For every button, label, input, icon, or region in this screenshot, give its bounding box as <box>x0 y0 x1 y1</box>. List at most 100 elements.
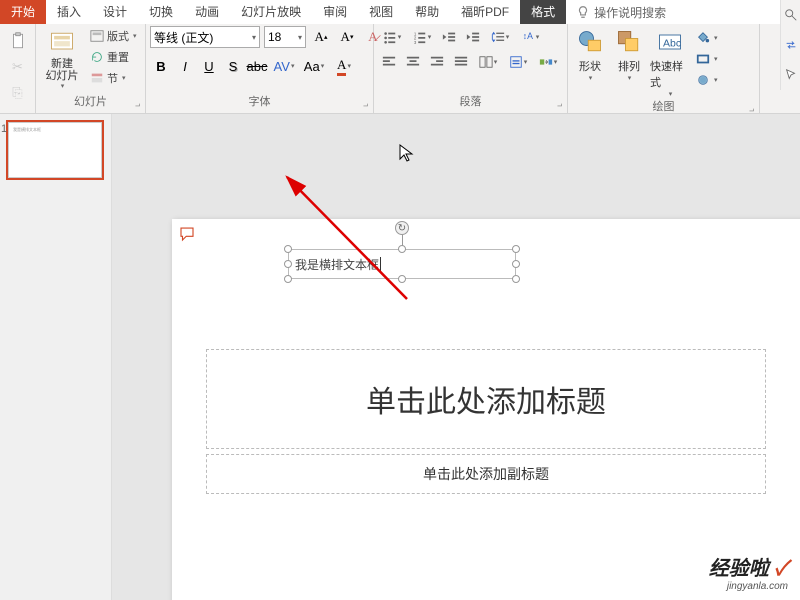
smartart-button[interactable]: ▾ <box>534 51 562 73</box>
line-spacing-icon <box>491 30 505 44</box>
justify-button[interactable] <box>450 51 472 73</box>
thumb-preview-text: 我是横排文本框 <box>13 127 41 133</box>
tab-format[interactable]: 格式 <box>520 0 566 24</box>
tab-view[interactable]: 视图 <box>358 0 404 24</box>
cursor-icon <box>398 143 418 163</box>
selected-textbox[interactable]: 我是横排文本框 <box>288 249 516 279</box>
numbering-icon: 123 <box>413 30 427 44</box>
section-button[interactable]: 节▾ <box>87 68 140 88</box>
tab-animations[interactable]: 动画 <box>184 0 230 24</box>
new-slide-button[interactable]: 新建 幻灯片 ▾ <box>40 26 84 90</box>
strike-button[interactable]: abc <box>246 55 268 77</box>
increase-indent-button[interactable] <box>462 26 484 48</box>
tab-transitions[interactable]: 切换 <box>138 0 184 24</box>
align-left-button[interactable] <box>378 51 400 73</box>
outline-icon <box>696 52 710 66</box>
copy-button[interactable]: ⎘ <box>7 82 29 104</box>
resize-handle[interactable] <box>398 275 406 283</box>
select-icon <box>784 68 798 82</box>
find-icon <box>784 8 798 22</box>
resize-handle[interactable] <box>512 260 520 268</box>
resize-handle[interactable] <box>284 275 292 283</box>
shape-effects-button[interactable]: ▾ <box>693 70 721 90</box>
section-icon <box>90 71 104 85</box>
editing-group-collapsed[interactable] <box>780 0 800 90</box>
group-label-slides: 幻灯片 <box>40 93 141 111</box>
reset-button[interactable]: 重置 <box>87 47 140 67</box>
thumb-number: 1 <box>1 123 7 135</box>
bold-button[interactable]: B <box>150 55 172 77</box>
ribbon: ✂ ⎘ x 新建 幻灯片 ▾ 版式▾ 重置 节▾ 幻灯片 等线 (正文)▾ 18… <box>0 24 800 114</box>
svg-text:3: 3 <box>414 40 417 44</box>
fill-icon <box>696 31 710 45</box>
title-placeholder[interactable]: 单击此处添加标题 <box>206 349 766 449</box>
font-size-combo[interactable]: 18▾ <box>264 26 306 48</box>
tab-insert[interactable]: 插入 <box>46 0 92 24</box>
smartart-icon <box>539 55 553 69</box>
grow-font-button[interactable]: A▴ <box>310 26 332 48</box>
align-center-button[interactable] <box>402 51 424 73</box>
svg-text:↕A: ↕A <box>522 31 532 41</box>
resize-handle[interactable] <box>284 260 292 268</box>
tab-home[interactable]: 开始 <box>0 0 46 24</box>
tab-design[interactable]: 设计 <box>92 0 138 24</box>
arrange-button[interactable]: 排列▾ <box>611 26 647 82</box>
effects-icon <box>696 73 710 87</box>
columns-icon <box>479 55 493 69</box>
columns-button[interactable]: ▾ <box>474 51 502 73</box>
change-case-button[interactable]: Aa▾ <box>300 55 328 77</box>
tab-slideshow[interactable]: 幻灯片放映 <box>230 0 312 24</box>
resize-handle[interactable] <box>284 245 292 253</box>
underline-button[interactable]: U <box>198 55 220 77</box>
align-right-button[interactable] <box>426 51 448 73</box>
line-spacing-button[interactable]: ▾ <box>486 26 514 48</box>
comment-icon <box>178 225 196 243</box>
resize-handle[interactable] <box>512 275 520 283</box>
outdent-icon <box>442 30 456 44</box>
slide-thumbnail-1[interactable]: 1 我是横排文本框 <box>8 122 102 178</box>
tab-foxit[interactable]: 福昕PDF <box>450 0 520 24</box>
watermark: 经验啦 ✓ jingyanla.com <box>709 552 788 592</box>
rotate-handle[interactable] <box>395 221 409 235</box>
numbering-button[interactable]: 123▾ <box>408 26 436 48</box>
quick-styles-icon: Abc <box>656 28 684 56</box>
comment-indicator[interactable] <box>178 225 196 248</box>
arrange-icon <box>615 28 643 56</box>
subtitle-placeholder[interactable]: 单击此处添加副标题 <box>206 454 766 494</box>
italic-button[interactable]: I <box>174 55 196 77</box>
shrink-font-button[interactable]: A▾ <box>336 26 358 48</box>
replace-icon <box>784 38 798 52</box>
tab-review[interactable]: 审阅 <box>312 0 358 24</box>
text-direction-button[interactable]: ↕A▾ <box>516 26 544 48</box>
font-name-combo[interactable]: 等线 (正文)▾ <box>150 26 260 48</box>
group-label-font: 字体 <box>150 93 369 111</box>
bullets-icon <box>383 30 397 44</box>
tab-help[interactable]: 帮助 <box>404 0 450 24</box>
slide-canvas-area[interactable]: 我是横排文本框 单击此处添加标题 单击此处添加副标题 <box>112 114 800 600</box>
resize-handle[interactable] <box>512 245 520 253</box>
group-label-paragraph: 段落 <box>378 93 563 111</box>
shadow-button[interactable]: S <box>222 55 244 77</box>
indent-icon <box>466 30 480 44</box>
char-spacing-button[interactable]: AV▾ <box>270 55 298 77</box>
shapes-button[interactable]: 形状▾ <box>572 26 608 82</box>
cut-button[interactable]: ✂ <box>7 56 29 78</box>
shapes-icon <box>576 28 604 56</box>
ribbon-tabs: 开始 插入 设计 切换 动画 幻灯片放映 审阅 视图 帮助 福昕PDF 格式 操… <box>0 0 800 24</box>
slide-thumbnail-pane[interactable]: 1 我是横排文本框 <box>0 114 112 600</box>
resize-handle[interactable] <box>398 245 406 253</box>
quick-styles-button[interactable]: Abc 快速样式▾ <box>650 26 690 98</box>
layout-button[interactable]: 版式▾ <box>87 26 140 46</box>
paste-button[interactable] <box>7 30 29 52</box>
shape-outline-button[interactable]: ▾ <box>693 49 721 69</box>
decrease-indent-button[interactable] <box>438 26 460 48</box>
bullets-button[interactable]: ▾ <box>378 26 406 48</box>
align-text-button[interactable]: ▾ <box>504 51 532 73</box>
shape-fill-button[interactable]: ▾ <box>693 28 721 48</box>
tell-me-search[interactable]: 操作说明搜索 <box>566 4 666 21</box>
new-slide-icon <box>48 28 76 56</box>
font-color-button[interactable]: A▾ <box>330 55 358 77</box>
layout-icon <box>90 29 104 43</box>
text-direction-icon: ↕A <box>521 30 535 44</box>
slide[interactable]: 我是横排文本框 单击此处添加标题 单击此处添加副标题 <box>172 219 800 600</box>
